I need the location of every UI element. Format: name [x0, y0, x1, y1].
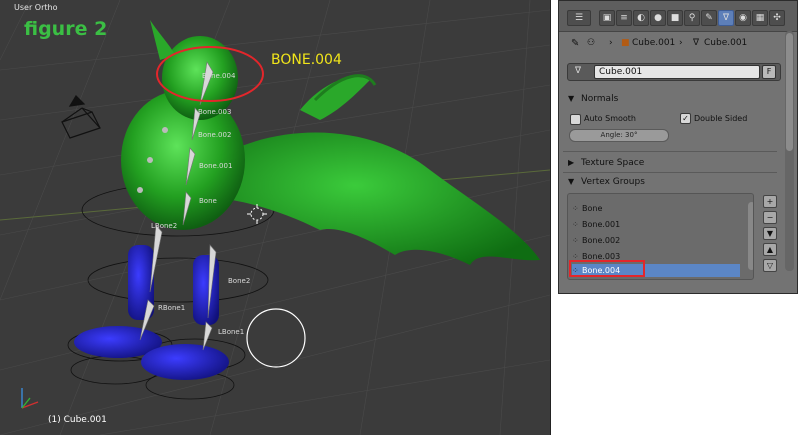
bone-label: Bone.003 — [198, 108, 232, 116]
breadcrumb-separator: › — [609, 38, 613, 48]
bone-label: LBone2 — [151, 222, 178, 230]
panel-scrollbar[interactable] — [785, 31, 794, 271]
breadcrumb-mesh: Cube.001 — [704, 38, 748, 48]
breadcrumb: ✎ ⚇ › ■ Cube.001 › ∇ Cube.001 — [559, 33, 797, 55]
group-icon: ⁘ — [572, 236, 579, 245]
remove-group-button[interactable]: − — [763, 211, 777, 224]
object-tab-icon[interactable]: ■ — [667, 10, 683, 26]
bone-label: Bone.004 — [202, 72, 236, 80]
bone-label: Bone.002 — [198, 131, 232, 139]
expand-arrow-icon: ▶ — [568, 158, 575, 167]
vertex-group-item[interactable]: ⁘ Bone.002 — [572, 234, 740, 247]
wing — [232, 132, 540, 265]
render-tab-icon[interactable]: ▣ — [599, 10, 615, 26]
bone-label: LBone1 — [218, 328, 245, 336]
bone-label: Bone2 — [228, 277, 251, 285]
scene-tab-icon[interactable]: ◐ — [633, 10, 649, 26]
world-tab-icon[interactable]: ● — [650, 10, 666, 26]
texture-space-panel-header[interactable]: ▶ Texture Space — [559, 155, 781, 172]
material-tab-icon[interactable]: ◉ — [735, 10, 751, 26]
mesh-datablock: ∇ Cube.001 F — [567, 63, 781, 81]
modifiers-tab-icon[interactable]: ✎ — [701, 10, 717, 26]
mesh-data-icon[interactable]: ∇ — [575, 66, 581, 76]
section-divider — [563, 151, 777, 152]
vertex-group-item[interactable]: ⁘ Bone.001 — [572, 218, 740, 231]
collapse-arrow-icon: ▼ — [568, 94, 575, 103]
axis-widget — [21, 388, 39, 409]
specials-menu-button[interactable]: ▼ — [763, 227, 777, 240]
list-scrollbar[interactable] — [748, 202, 753, 270]
properties-header: ☰ ▣ ≡ ◐ ● ■ ⚲ ✎ ∇ ◉ ▦ ✣ — [559, 1, 797, 32]
viewport-title: User Ortho — [14, 3, 58, 12]
bone-callout: BONE.004 — [271, 52, 342, 68]
section-divider — [563, 172, 777, 173]
particles-tab-icon[interactable]: ✣ — [769, 10, 785, 26]
collapse-arrow-icon: ▼ — [568, 177, 575, 186]
vertex-group-item[interactable]: ⁘ Bone — [572, 202, 740, 215]
bone-label: Bone.001 — [199, 162, 233, 170]
editor-type-icon[interactable]: ☰ — [567, 10, 591, 26]
add-group-button[interactable]: + — [763, 195, 777, 208]
texture-tab-icon[interactable]: ▦ — [752, 10, 768, 26]
auto-smooth-label: Auto Smooth — [584, 114, 636, 123]
mesh-link-icon: ⚇ — [587, 38, 596, 48]
constraints-tab-icon[interactable]: ⚲ — [684, 10, 700, 26]
breadcrumb-object: Cube.001 — [632, 38, 676, 48]
data-tab-icon[interactable]: ∇ — [718, 10, 734, 26]
normals-title: Normals — [581, 94, 619, 104]
camera-icon — [61, 95, 101, 139]
brush-circle — [246, 308, 306, 368]
mesh-icon: ∇ — [693, 38, 700, 48]
layers-tab-icon[interactable]: ≡ — [616, 10, 632, 26]
breadcrumb-separator: › — [679, 38, 683, 48]
selected-group-highlight — [569, 260, 645, 277]
vertex-groups-title: Vertex Groups — [581, 177, 645, 187]
move-down-button[interactable]: ▽ — [763, 259, 777, 272]
angle-slider[interactable]: Angle: 30° — [569, 129, 669, 142]
object-status: (1) Cube.001 — [48, 415, 107, 425]
3d-viewport[interactable]: User Ortho figure 2 BONE.004 (1) Cube.00… — [0, 0, 551, 435]
group-icon: ⁘ — [572, 204, 579, 213]
move-up-button[interactable]: ▲ — [763, 243, 777, 256]
double-sided-checkbox[interactable]: ✓ — [680, 113, 691, 124]
auto-smooth-checkbox[interactable] — [570, 114, 581, 125]
group-icon: ⁘ — [572, 220, 579, 229]
bone-label: Bone — [199, 197, 217, 205]
bone-label: RBone1 — [158, 304, 186, 312]
properties-panel: ☰ ▣ ≡ ◐ ● ■ ⚲ ✎ ∇ ◉ ▦ ✣ ✎ ⚇ › ■ Cube.001… — [558, 0, 798, 294]
normals-panel-header[interactable]: ▼ Normals — [559, 91, 781, 108]
pin-icon[interactable]: ✎ — [571, 38, 579, 49]
right-foot — [141, 344, 229, 380]
double-sided-label: Double Sided — [694, 114, 748, 123]
cube-icon: ■ — [621, 38, 630, 48]
vertex-groups-panel-header[interactable]: ▼ Vertex Groups — [559, 174, 781, 191]
figure-label: figure 2 — [24, 18, 108, 40]
texture-space-title: Texture Space — [581, 158, 645, 168]
fake-user-button[interactable]: F — [762, 65, 776, 79]
mesh-name-field[interactable]: Cube.001 — [594, 65, 760, 79]
